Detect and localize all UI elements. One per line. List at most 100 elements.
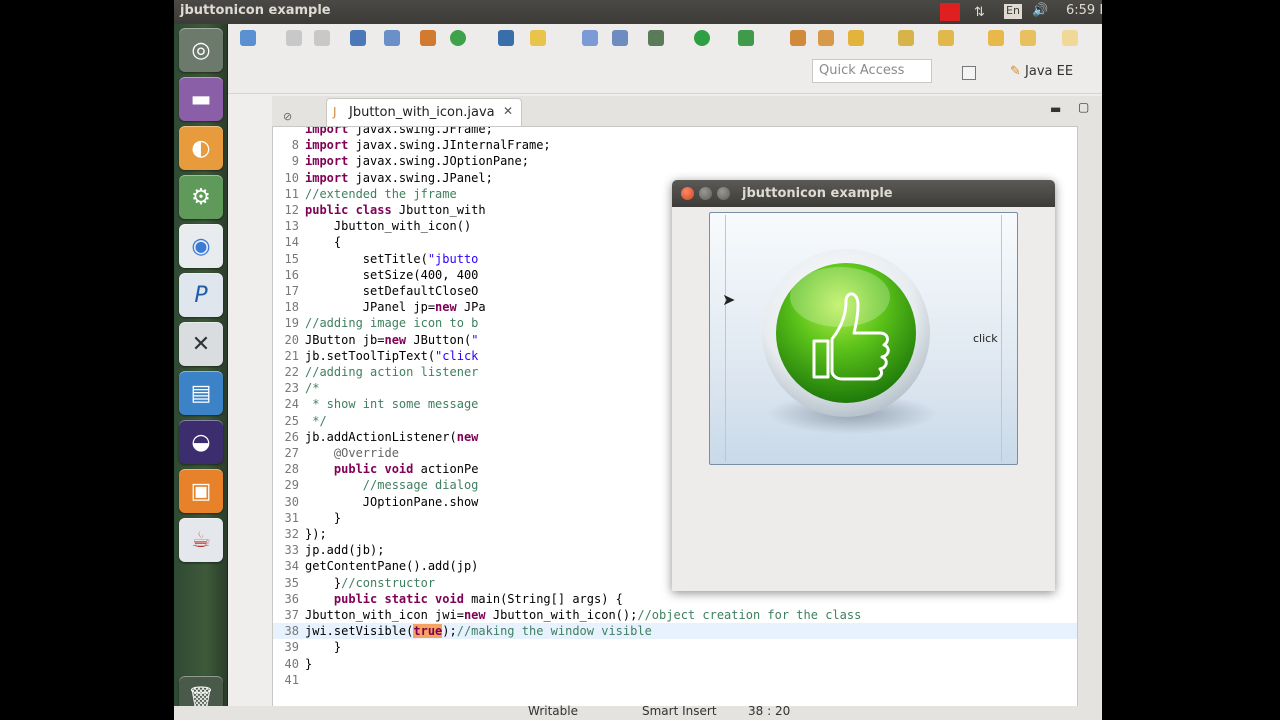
jwin-titlebar[interactable]: jbuttonicon example [672,180,1055,207]
line-number: 40 [284,656,299,671]
code-line[interactable]: 40} [273,656,1077,672]
line-number: 36 [284,591,299,606]
maximize-window-icon[interactable] [717,187,730,200]
external-tools-icon[interactable] [738,30,754,46]
package-icon[interactable] [420,30,436,46]
unity-launcher: ◎ ▬ ◐ ⚙ ◉ P ✕ ▤ ◒ ▣ ☕ 🗑 [174,24,228,720]
chromium-icon[interactable]: ◉ [179,224,223,268]
save-icon[interactable] [286,30,302,46]
tab-jbutton-with-icon[interactable]: J Jbutton_with_icon.java ✕ [326,98,522,126]
quick-access-input[interactable]: Quick Access [812,59,932,83]
editor-tab-bar: J Jbutton_with_icon.java ✕ [282,96,1102,126]
prev-annotation-icon[interactable] [938,30,954,46]
line-number: 17 [284,284,299,298]
line-number: 18 [284,300,299,315]
code-line[interactable]: 39 } [273,639,1077,655]
line-text: getContentPane().add(jp) [305,559,479,574]
line-number: 13 [284,219,299,234]
perspective-java-ee[interactable]: ✎ Java EE [1010,64,1073,79]
status-insert-mode: Smart Insert [642,704,717,718]
line-number: 22 [284,365,299,379]
keyboard-layout-indicator[interactable]: En [1004,4,1022,19]
line-number: 9 [291,154,299,169]
eclipse-icon[interactable]: ◒ [179,420,223,464]
impress-icon[interactable]: ▣ [179,469,223,513]
open-perspective-icon[interactable] [962,66,976,80]
open-type-icon[interactable] [790,30,806,46]
line-number: 21 [284,348,299,363]
run-icon[interactable] [694,30,710,46]
line-text: jwi.setVisible(true);//making the window… [305,624,652,639]
forward-disabled-icon[interactable] [1062,30,1078,46]
line-number: 28 [284,462,299,477]
minimize-window-icon[interactable] [699,187,712,200]
back-icon[interactable] [988,30,1004,46]
desktop-screen: jbuttonicon example ⇅ En 🔊 6:59 P ◎ ▬ ◐ … [174,0,1102,720]
active-window-title: jbuttonicon example [180,3,331,18]
close-tab-icon[interactable]: ✕ [503,104,513,118]
code-line[interactable]: 8 import javax.swing.JInternalFrame; [273,137,1077,153]
xmind-icon[interactable]: ✕ [179,322,223,366]
line-number: 16 [284,267,299,282]
line-text: //message dialog [362,478,479,493]
code-line[interactable]: 38 jwi.setVisible(true);//making the wind… [273,623,1077,640]
status-cursor-position: 38 : 20 [748,704,791,718]
documents-icon[interactable]: ▤ [179,371,223,415]
pspp-icon[interactable]: P [179,273,223,317]
software-center-icon[interactable]: ◐ [179,126,223,170]
line-number: 34 [284,559,299,574]
top-panel: jbuttonicon example ⇅ En 🔊 6:59 P [174,0,1102,24]
recording-indicator-icon[interactable] [940,3,960,21]
code-line[interactable]: import javax.swing.JFrame; [273,126,1077,137]
debug-icon[interactable] [648,30,664,46]
line-text: //extended the jframe [305,186,457,201]
task-icon[interactable] [582,30,598,46]
line-text: }//constructor [305,575,436,590]
pin-icon[interactable] [498,30,514,46]
line-number: 10 [284,170,299,185]
new-icon[interactable] [240,30,256,46]
line-text: } [305,640,342,655]
files-icon[interactable]: ▬ [179,77,223,121]
line-text: //adding image icon to b [305,316,479,331]
code-line[interactable]: 9 import javax.swing.JOptionPane; [273,153,1077,169]
print-icon[interactable] [350,30,366,46]
system-settings-icon[interactable]: ⚙ [179,175,223,219]
line-number: 8 [291,138,299,153]
next-annotation-icon[interactable] [898,30,914,46]
close-window-icon[interactable] [681,187,694,200]
thumbs-up-button[interactable]: click [709,212,1018,465]
dash-home-icon[interactable]: ◎ [179,28,223,72]
refresh-icon[interactable] [450,30,466,46]
code-line[interactable]: 36 public static void main(String[] args… [273,591,1077,607]
network-icon[interactable]: ⇅ [974,5,985,23]
line-text: */ [305,413,327,428]
forward-icon[interactable] [1020,30,1036,46]
volume-icon[interactable]: 🔊 [1032,3,1048,21]
line-text: jb.setToolTipText("click [305,348,479,363]
open-task-icon[interactable] [818,30,834,46]
mouse-cursor-icon: ➤ [722,290,736,309]
line-number: 30 [284,494,299,509]
code-line[interactable]: 37 Jbutton_with_icon jwi=new Jbutton_with… [273,607,1077,623]
search-icon[interactable] [848,30,864,46]
line-number: 24 [284,397,299,412]
line-text: } [305,656,313,671]
code-line[interactable]: 41 [273,672,1077,688]
line-number: 31 [284,510,299,525]
highlight-icon[interactable] [530,30,546,46]
skip-breakpoints-icon[interactable] [384,30,400,46]
server-icon[interactable] [612,30,628,46]
line-number: 14 [284,235,299,250]
line-text: import javax.swing.JFrame; [305,126,493,136]
java-icon[interactable]: ☕ [179,518,223,562]
line-number: 37 [284,608,299,622]
line-number: 25 [284,413,299,428]
jwin-title: jbuttonicon example [742,186,893,201]
clock[interactable]: 6:59 P [1066,3,1102,18]
line-number: 39 [284,640,299,655]
line-text: setTitle("jbutto [305,251,479,266]
save-all-icon[interactable] [314,30,330,46]
line-text: public static void main(String[] args) { [333,591,623,606]
line-number: 23 [284,381,299,396]
